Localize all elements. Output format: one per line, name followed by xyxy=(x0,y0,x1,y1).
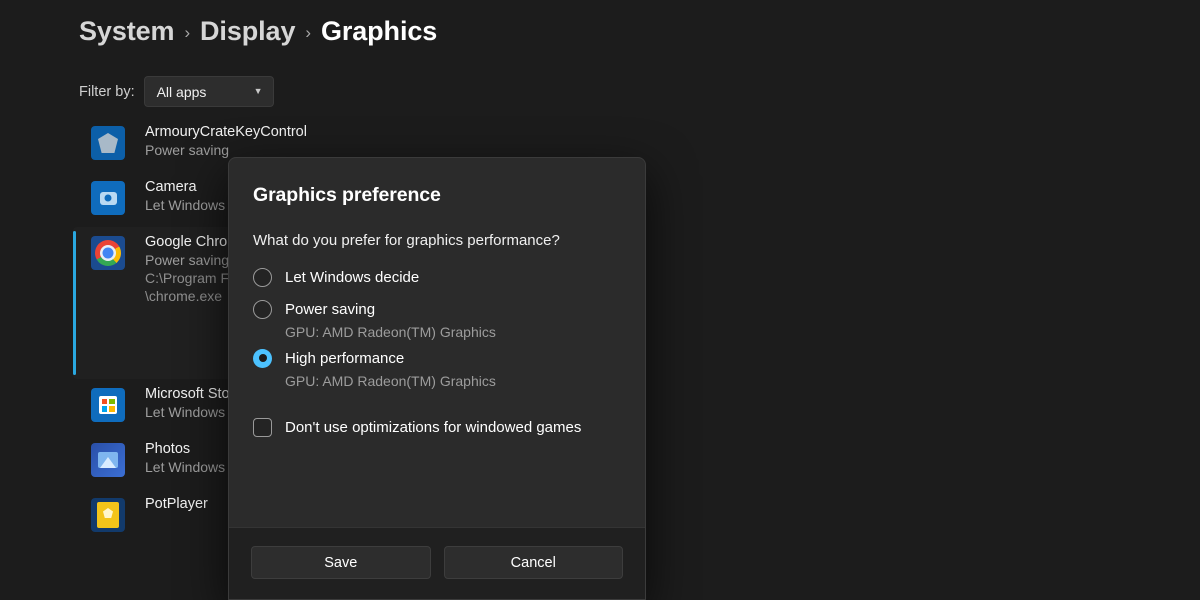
filter-by-dropdown[interactable]: All apps ▼ xyxy=(143,76,274,107)
dialog-footer: Save Cancel xyxy=(229,527,645,599)
dialog-question: What do you prefer for graphics performa… xyxy=(253,232,560,249)
radio-block-power-saving: Power saving GPU: AMD Radeon(TM) Graphic… xyxy=(253,295,621,340)
breadcrumb-item-display[interactable]: Display xyxy=(200,16,295,47)
radio-block-high-performance: High performance GPU: AMD Radeon(TM) Gra… xyxy=(253,344,621,389)
filter-by-value: All apps xyxy=(156,83,207,100)
radio-gpu-description: GPU: AMD Radeon(TM) Graphics xyxy=(285,373,496,389)
radio-button-checked-icon[interactable] xyxy=(253,348,272,368)
app-preference: Let Windows xyxy=(145,459,226,475)
dialog-title: Graphics preference xyxy=(253,184,441,206)
breadcrumb-separator-icon: › xyxy=(305,22,311,42)
checkbox-label: Don't use optimizations for windowed gam… xyxy=(285,419,582,436)
save-button[interactable]: Save xyxy=(251,546,431,579)
filter-row: Filter by: All apps ▼ xyxy=(79,76,274,107)
app-name: Photos xyxy=(145,441,191,457)
app-name: Camera xyxy=(145,179,197,195)
radio-gpu-description: GPU: AMD Radeon(TM) Graphics xyxy=(285,324,496,340)
breadcrumb-item-graphics: Graphics xyxy=(320,16,438,46)
radio-button-unchecked-icon[interactable] xyxy=(253,267,272,287)
radio-option-let-windows-decide[interactable]: Let Windows decide xyxy=(253,263,621,291)
cancel-button[interactable]: Cancel xyxy=(443,546,623,579)
app-name: ArmouryCrateKeyControl xyxy=(145,124,307,140)
radio-label: Let Windows decide xyxy=(285,268,420,286)
breadcrumb: System › Display › Graphics xyxy=(79,16,437,47)
potplayer-icon xyxy=(91,498,125,532)
camera-icon xyxy=(91,181,125,215)
breadcrumb-item-system[interactable]: System xyxy=(79,16,175,47)
filter-by-label: Filter by: xyxy=(79,83,135,100)
windowed-games-optimizations-checkbox-row[interactable]: Don't use optimizations for windowed gam… xyxy=(253,418,621,437)
chevron-down-icon: ▼ xyxy=(253,86,263,96)
app-preference: Power saving xyxy=(145,142,230,158)
microsoft-store-icon xyxy=(91,388,125,422)
radio-option-high-performance[interactable]: High performance xyxy=(253,344,621,372)
app-preference: Let Windows xyxy=(145,197,226,213)
dialog-body: Graphics preference What do you prefer f… xyxy=(229,158,645,527)
checkbox-unchecked-icon[interactable] xyxy=(253,418,272,437)
photos-icon xyxy=(91,443,125,477)
radio-label: Power saving xyxy=(285,300,376,318)
radio-block-let-windows-decide: Let Windows decide xyxy=(253,263,621,291)
graphics-preference-radio-group: Let Windows decide Power saving GPU: AMD… xyxy=(253,263,621,389)
selection-accent-bar xyxy=(73,231,76,375)
breadcrumb-separator-icon: › xyxy=(184,22,191,42)
armoury-crate-icon xyxy=(91,126,125,160)
graphics-preference-dialog: Graphics preference What do you prefer f… xyxy=(228,157,646,600)
app-name: PotPlayer xyxy=(145,496,208,512)
chrome-icon xyxy=(91,236,125,270)
radio-option-power-saving[interactable]: Power saving xyxy=(253,295,621,323)
radio-label: High performance xyxy=(285,349,405,367)
radio-button-unchecked-icon[interactable] xyxy=(253,299,272,319)
